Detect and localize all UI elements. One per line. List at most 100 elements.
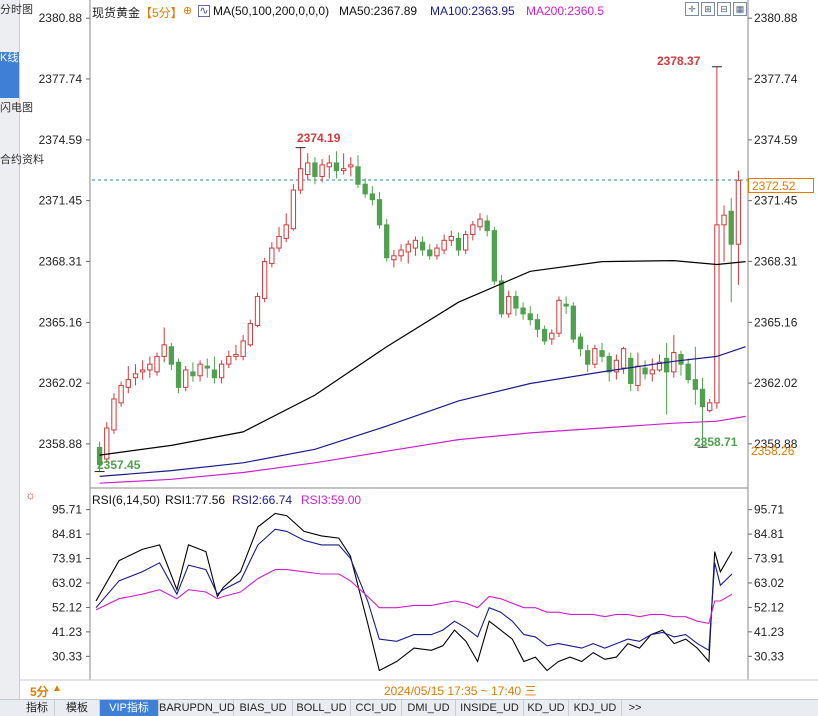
zoom-in-icon[interactable]: ⊞ [701, 2, 715, 16]
instrument-name: 现货黄金 [92, 6, 141, 20]
candle-body [477, 218, 483, 228]
candle-body [218, 363, 225, 379]
candle-body [592, 348, 598, 365]
current-price-tag: 2372.52 [748, 178, 814, 193]
candle-body [520, 307, 526, 315]
period-label: 【5分】 [140, 6, 183, 20]
candle-body [642, 367, 648, 375]
rsi-params: RSI(6,14,50) [92, 493, 161, 507]
side-tab-kline[interactable]: K线图 [0, 52, 29, 98]
tab-kdj[interactable]: KDJ_UD [569, 700, 622, 716]
tab-indicators[interactable]: 指标 [20, 700, 55, 716]
layout-icon[interactable]: ▦ [733, 2, 747, 16]
side-tab-flash[interactable]: 闪电图 [0, 102, 33, 148]
ma200-tag: 2358.26 [751, 444, 795, 458]
rsi-line-rsi1 [95, 512, 733, 672]
candle-body [384, 224, 390, 259]
rsi-tick-label-right: 73.91 [754, 552, 784, 566]
price-tick-label-left: 2365.16 [39, 315, 83, 329]
chart-area[interactable]: 2380.88 2380.88 2377.74 2377.74 2374.59 2374.… [20, 0, 818, 699]
time-range: 2024/05/15 17:35 ~ 17:40 三 [384, 684, 537, 698]
rsi-tick-label-left: 41.23 [52, 625, 82, 639]
candle-body [692, 379, 698, 390]
rsi-settings-icon[interactable]: ☼ [25, 488, 36, 502]
candle-body [470, 224, 476, 236]
triangle-up-icon[interactable]: ▲ [52, 683, 62, 694]
indicator-tab-bar: 指标 模板 VIP指标 BARUPDN_UD BIAS_UD BOLL_UD C… [0, 699, 818, 716]
candle-body [577, 336, 584, 350]
candle-body [649, 369, 655, 375]
candle-body [297, 168, 304, 191]
candle-body [606, 355, 612, 373]
candle-body [448, 235, 454, 241]
candle-body [333, 162, 340, 172]
candle-body [355, 166, 361, 185]
tab-inside[interactable]: INSIDE_UD [456, 700, 524, 716]
candle-body [269, 247, 275, 265]
candle-body [534, 319, 541, 330]
tab-barupdn[interactable]: BARUPDN_UD [159, 700, 235, 716]
high-label: 2378.37 [657, 54, 701, 68]
candle-body [348, 164, 354, 168]
candle-body [111, 398, 117, 431]
candle-body [735, 179, 742, 245]
candle-body [283, 224, 289, 239]
tab-bias[interactable]: BIAS_UD [234, 700, 293, 716]
ma100-line [99, 346, 746, 477]
rsi-tick-label-left: 84.81 [52, 527, 82, 541]
ma-icon[interactable]: ∿ [198, 5, 210, 17]
rsi-line-rsi3 [95, 569, 733, 625]
side-tab-contract[interactable]: 合约资料 [0, 154, 44, 212]
candle-body [498, 280, 505, 315]
rsi-tick-label-right: 84.81 [754, 527, 784, 541]
candle-body [585, 350, 591, 365]
rsi1-value: RSI1:77.56 [165, 493, 226, 507]
period-selector[interactable]: 5分 [30, 683, 49, 700]
tab-dmi[interactable]: DMI_UD [402, 700, 456, 716]
candle-body [663, 357, 670, 373]
price-tick-label-left: 2377.74 [39, 72, 83, 86]
chart-canvas[interactable]: 2380.88 2380.88 2377.74 2377.74 2374.59 2374.… [20, 0, 818, 699]
candle-body [376, 199, 383, 226]
left-high-label: 2374.19 [297, 131, 341, 145]
candle-body [204, 365, 210, 369]
price-tick-label-right: 2380.88 [754, 11, 798, 25]
candle-body [549, 332, 555, 340]
tab-kd[interactable]: KD_UD [524, 700, 569, 716]
candle-body [240, 340, 246, 357]
candle-body [628, 357, 634, 385]
rsi2-value: RSI2:66.74 [232, 493, 293, 507]
rsi-tick-label-right: 30.33 [754, 649, 784, 663]
price-tick-label-right: 2365.16 [754, 315, 798, 329]
candle-body [455, 237, 462, 251]
zoom-out-icon[interactable]: ⊟ [717, 2, 731, 16]
tab-boll[interactable]: BOLL_UD [293, 700, 351, 716]
candle-body [707, 402, 713, 412]
candle-body [132, 373, 139, 379]
price-tick-label-right: 2362.02 [754, 376, 798, 390]
right-low-label: 2358.71 [694, 435, 738, 449]
rsi3-value: RSI3:59.00 [301, 493, 362, 507]
side-tab-timeshare[interactable]: 分时图 [0, 4, 33, 48]
more-tabs-button[interactable]: >> [622, 700, 648, 716]
candle-body [305, 162, 311, 176]
tab-templates[interactable]: 模板 [55, 700, 100, 716]
candle-body [290, 189, 297, 230]
candle-body [161, 344, 167, 357]
candle-body [247, 323, 253, 346]
candle-body [175, 361, 182, 388]
settings-icon[interactable]: ⊕ [183, 4, 192, 17]
rsi-tick-label-right: 41.23 [754, 625, 784, 639]
tab-cci[interactable]: CCI_UD [351, 700, 402, 716]
rsi-tick-label-left: 63.02 [52, 576, 82, 590]
candle-body [671, 352, 677, 373]
candle-body [326, 162, 332, 168]
candle-body [405, 243, 411, 253]
crosshair-icon[interactable]: ✛ [685, 2, 699, 16]
ma100-value: MA100:2363.95 [430, 4, 515, 18]
candle-body [154, 355, 160, 373]
tab-vip-indicators[interactable]: VIP指标 [100, 700, 159, 716]
price-tick-label-right: 2374.59 [754, 133, 798, 147]
price-tick-label-right: 2371.45 [754, 194, 798, 208]
candle-body [491, 230, 498, 282]
